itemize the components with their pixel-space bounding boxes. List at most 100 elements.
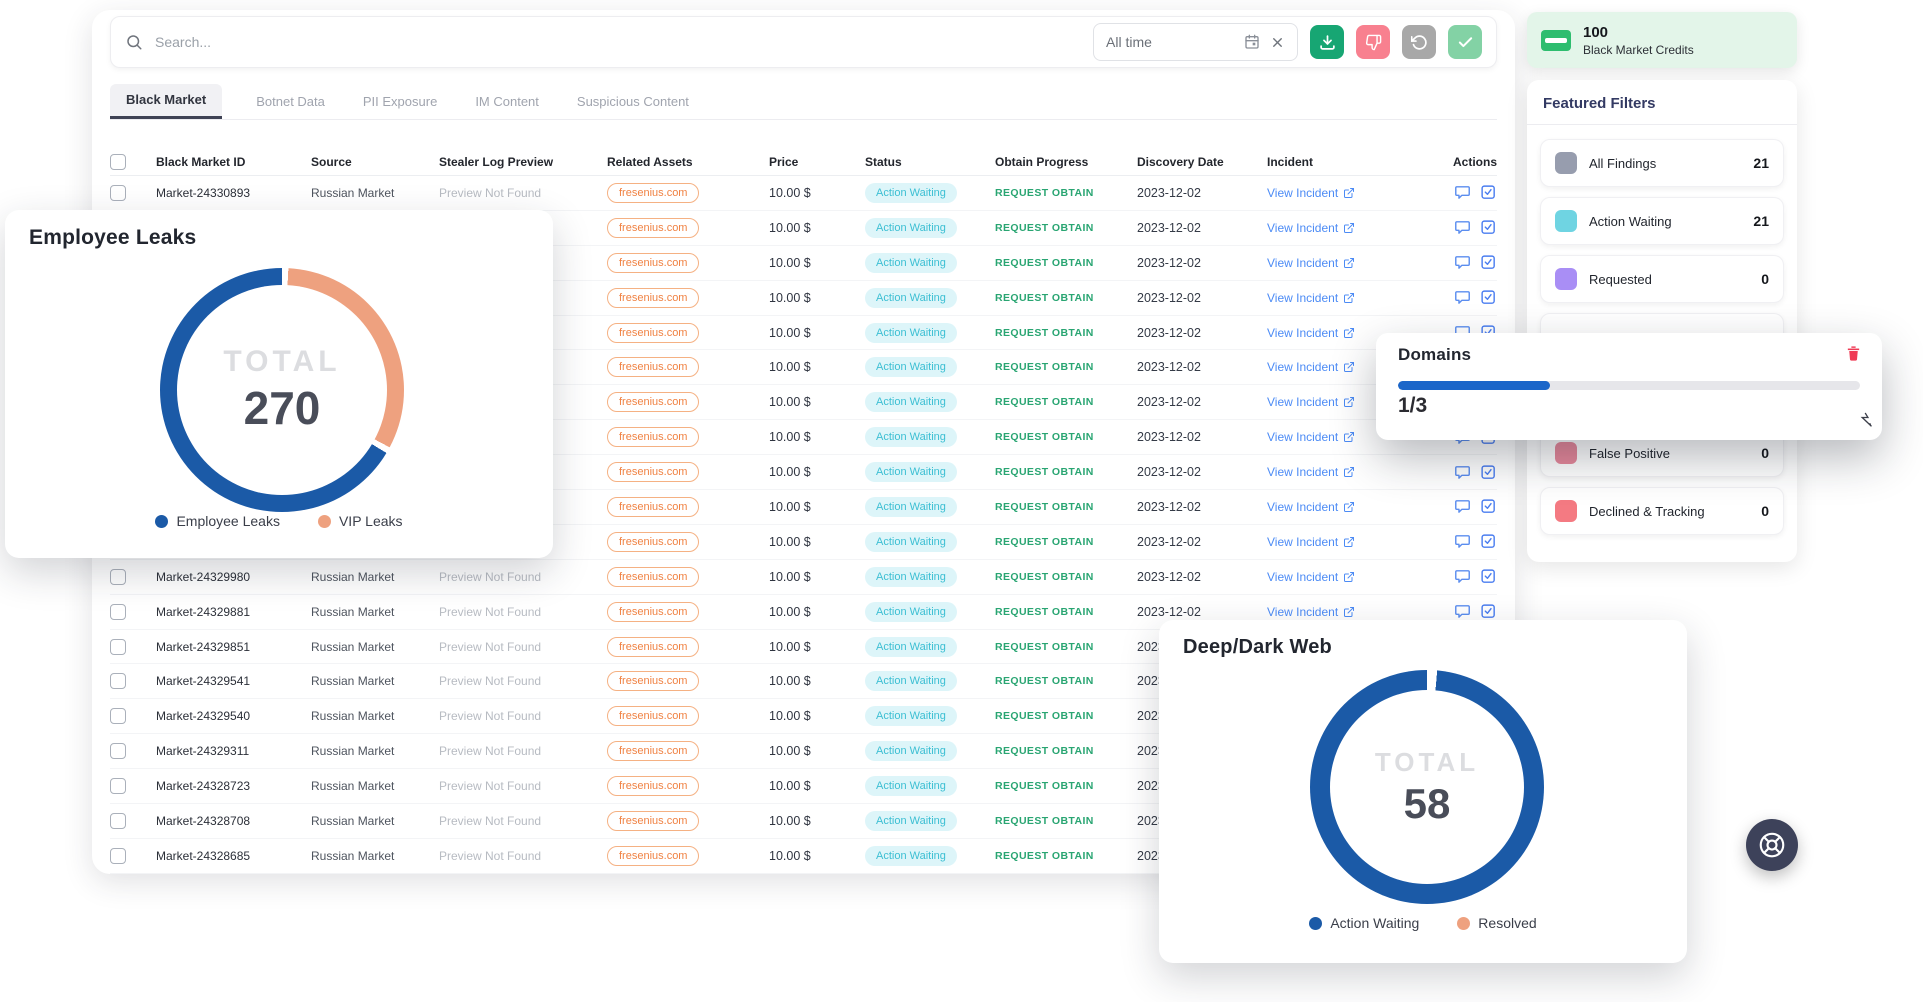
related-asset-pill[interactable]: fresenius.com [607, 357, 699, 377]
related-asset-pill[interactable]: fresenius.com [607, 427, 699, 447]
comment-icon[interactable] [1454, 289, 1471, 306]
comment-icon[interactable] [1454, 219, 1471, 236]
dislike-button[interactable] [1356, 25, 1390, 59]
related-asset-pill[interactable]: fresenius.com [607, 637, 699, 657]
view-incident-link[interactable]: View Incident [1267, 186, 1355, 200]
row-checkbox[interactable] [110, 848, 126, 864]
select-all-checkbox[interactable] [110, 154, 126, 170]
view-incident-link[interactable]: View Incident [1267, 465, 1355, 479]
view-incident-link[interactable]: View Incident [1267, 535, 1355, 549]
request-obtain-button[interactable]: REQUEST OBTAIN [995, 710, 1137, 722]
delete-button[interactable] [1845, 345, 1862, 362]
row-checkbox[interactable] [110, 185, 126, 201]
related-asset-pill[interactable]: fresenius.com [607, 288, 699, 308]
request-obtain-button[interactable]: REQUEST OBTAIN [995, 745, 1137, 757]
row-checkbox[interactable] [110, 813, 126, 829]
view-incident-link[interactable]: View Incident [1267, 360, 1355, 374]
request-obtain-button[interactable]: REQUEST OBTAIN [995, 187, 1137, 199]
request-obtain-button[interactable]: REQUEST OBTAIN [995, 606, 1137, 618]
resolve-check-icon[interactable] [1480, 603, 1497, 620]
resolve-check-icon[interactable] [1480, 289, 1497, 306]
view-incident-link[interactable]: View Incident [1267, 605, 1355, 619]
related-asset-pill[interactable]: fresenius.com [607, 462, 699, 482]
view-incident-link[interactable]: View Incident [1267, 221, 1355, 235]
help-button[interactable] [1746, 819, 1798, 871]
search-input[interactable] [155, 34, 1081, 50]
request-obtain-button[interactable]: REQUEST OBTAIN [995, 292, 1137, 304]
view-incident-link[interactable]: View Incident [1267, 326, 1355, 340]
view-incident-link[interactable]: View Incident [1267, 256, 1355, 270]
comment-icon[interactable] [1454, 603, 1471, 620]
comment-icon[interactable] [1454, 254, 1471, 271]
related-asset-pill[interactable]: fresenius.com [607, 602, 699, 622]
comment-icon[interactable] [1454, 464, 1471, 481]
related-asset-pill[interactable]: fresenius.com [607, 392, 699, 412]
row-checkbox[interactable] [110, 708, 126, 724]
related-asset-pill[interactable]: fresenius.com [607, 706, 699, 726]
request-obtain-button[interactable]: REQUEST OBTAIN [995, 257, 1137, 269]
request-obtain-button[interactable]: REQUEST OBTAIN [995, 431, 1137, 443]
comment-icon[interactable] [1454, 533, 1471, 550]
related-asset-pill[interactable]: fresenius.com [607, 741, 699, 761]
tab-botnet-data[interactable]: Botnet Data [252, 86, 329, 119]
view-incident-link[interactable]: View Incident [1267, 430, 1355, 444]
resolve-check-icon[interactable] [1480, 568, 1497, 585]
related-asset-pill[interactable]: fresenius.com [607, 776, 699, 796]
row-checkbox[interactable] [110, 673, 126, 689]
comment-icon[interactable] [1454, 568, 1471, 585]
view-incident-link[interactable]: View Incident [1267, 395, 1355, 409]
resolve-check-icon[interactable] [1480, 498, 1497, 515]
related-asset-pill[interactable]: fresenius.com [607, 671, 699, 691]
request-obtain-button[interactable]: REQUEST OBTAIN [995, 466, 1137, 478]
resolve-check-icon[interactable] [1480, 184, 1497, 201]
comment-icon[interactable] [1454, 184, 1471, 201]
request-obtain-button[interactable]: REQUEST OBTAIN [995, 780, 1137, 792]
date-range-filter[interactable]: All time [1093, 23, 1298, 61]
undo-button[interactable] [1402, 25, 1436, 59]
row-checkbox[interactable] [110, 778, 126, 794]
tab-suspicious-content[interactable]: Suspicious Content [573, 86, 693, 119]
related-asset-pill[interactable]: fresenius.com [607, 846, 699, 866]
comment-icon[interactable] [1454, 498, 1471, 515]
tab-black-market[interactable]: Black Market [110, 84, 222, 119]
request-obtain-button[interactable]: REQUEST OBTAIN [995, 850, 1137, 862]
request-obtain-button[interactable]: REQUEST OBTAIN [995, 536, 1137, 548]
filter-item[interactable]: All Findings21 [1540, 139, 1784, 187]
tab-pii-exposure[interactable]: PII Exposure [359, 86, 441, 119]
request-obtain-button[interactable]: REQUEST OBTAIN [995, 327, 1137, 339]
request-obtain-button[interactable]: REQUEST OBTAIN [995, 675, 1137, 687]
related-asset-pill[interactable]: fresenius.com [607, 532, 699, 552]
related-asset-pill[interactable]: fresenius.com [607, 218, 699, 238]
clear-date-icon[interactable] [1270, 35, 1285, 50]
resolve-check-icon[interactable] [1480, 254, 1497, 271]
request-obtain-button[interactable]: REQUEST OBTAIN [995, 501, 1137, 513]
filter-item[interactable]: Action Waiting21 [1540, 197, 1784, 245]
row-checkbox[interactable] [110, 569, 126, 585]
request-obtain-button[interactable]: REQUEST OBTAIN [995, 222, 1137, 234]
resolve-check-icon[interactable] [1480, 533, 1497, 550]
tab-im-content[interactable]: IM Content [471, 86, 543, 119]
related-asset-pill[interactable]: fresenius.com [607, 567, 699, 587]
request-obtain-button[interactable]: REQUEST OBTAIN [995, 396, 1137, 408]
view-incident-link[interactable]: View Incident [1267, 570, 1355, 584]
related-asset-pill[interactable]: fresenius.com [607, 183, 699, 203]
view-incident-link[interactable]: View Incident [1267, 500, 1355, 514]
confirm-button[interactable] [1448, 25, 1482, 59]
resolve-check-icon[interactable] [1480, 219, 1497, 236]
filter-item[interactable]: Declined & Tracking0 [1540, 487, 1784, 535]
request-obtain-button[interactable]: REQUEST OBTAIN [995, 361, 1137, 373]
request-obtain-button[interactable]: REQUEST OBTAIN [995, 641, 1137, 653]
related-asset-pill[interactable]: fresenius.com [607, 811, 699, 831]
request-obtain-button[interactable]: REQUEST OBTAIN [995, 815, 1137, 827]
row-checkbox[interactable] [110, 743, 126, 759]
related-asset-pill[interactable]: fresenius.com [607, 323, 699, 343]
view-incident-link[interactable]: View Incident [1267, 291, 1355, 305]
row-checkbox[interactable] [110, 639, 126, 655]
download-button[interactable] [1310, 25, 1344, 59]
resolve-check-icon[interactable] [1480, 464, 1497, 481]
related-asset-pill[interactable]: fresenius.com [607, 253, 699, 273]
row-checkbox[interactable] [110, 604, 126, 620]
filter-item[interactable]: Requested0 [1540, 255, 1784, 303]
related-asset-pill[interactable]: fresenius.com [607, 497, 699, 517]
request-obtain-button[interactable]: REQUEST OBTAIN [995, 571, 1137, 583]
